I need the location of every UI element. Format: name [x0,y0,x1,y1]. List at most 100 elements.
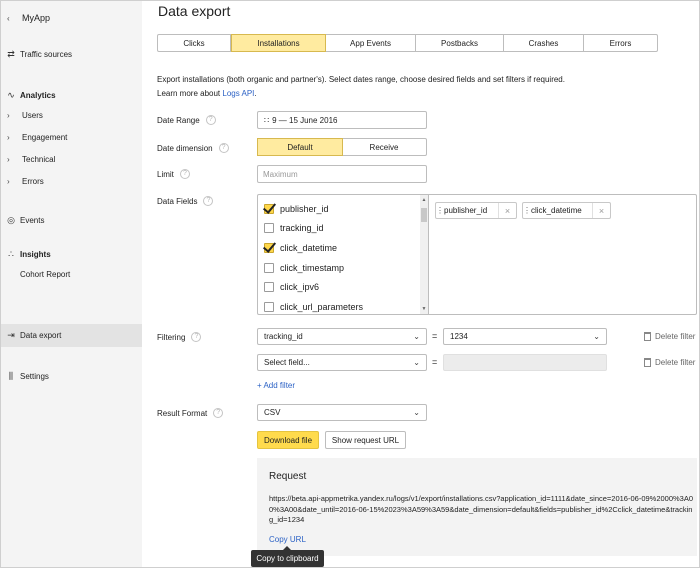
tab-errors[interactable]: Errors [584,35,657,51]
scroll-up-icon[interactable]: ▲ [420,197,428,203]
request-panel: Request https://beta.api-appmetrika.yand… [257,458,697,556]
tab-installations[interactable]: Installations [231,34,326,52]
result-format-select[interactable]: CSV ⌄ [257,404,427,421]
tab-crashes[interactable]: Crashes [504,35,584,51]
remove-icon[interactable]: × [592,203,610,218]
field-option-label: click_datetime [280,243,338,253]
settings-icon: ⫼ [8,370,14,381]
sidebar-item-cohort-report[interactable]: Cohort Report [1,263,142,285]
filter-value-select[interactable]: 1234 ⌄ [443,328,607,345]
field-option-label: click_url_parameters [280,302,364,312]
checkbox[interactable] [264,223,274,233]
tab-app-events[interactable]: App Events [326,35,416,51]
scroll-thumb[interactable] [421,208,427,222]
help-icon[interactable]: ? [218,143,229,153]
app-name: MyApp [22,13,51,23]
field-option-label: tracking_id [280,223,324,233]
delete-filter-label: Delete filter [655,358,696,367]
filter-field-select[interactable]: Select field... ⌄ [257,354,427,371]
date-dimension-default[interactable]: Default [257,138,343,156]
date-dimension-toggle: Default Receive [257,138,427,156]
scroll-down-icon[interactable]: ▼ [420,306,428,312]
help-icon[interactable]: ? [213,408,224,418]
delete-filter-button[interactable]: Delete filter [644,332,695,341]
field-option[interactable]: click_ipv6 [264,279,319,295]
field-list-scrollbar[interactable]: ▲ ▼ [420,195,428,314]
intro-prefix: Learn more about [157,89,223,98]
sidebar-section-insights[interactable]: ∴ Insights [1,243,142,265]
filter-value-input-disabled [443,354,607,371]
insights-icon: ∴ [8,248,14,259]
date-range-label-text: Date Range [157,115,200,125]
help-icon[interactable]: ? [179,169,190,179]
traffic-icon: ⇄ [7,48,15,59]
date-range-value: 9 — 15 June 2016 [272,115,338,125]
tab-clicks[interactable]: Clicks [158,35,231,51]
field-option[interactable]: tracking_id [264,220,324,236]
checkbox[interactable] [264,263,274,273]
sidebar-app-back[interactable]: ‹ MyApp [1,7,142,29]
request-heading: Request [269,471,307,482]
chip-label: click_datetime [531,206,582,215]
tab-postbacks[interactable]: Postbacks [416,35,504,51]
analytics-icon: ∿ [7,89,15,100]
date-dimension-label-text: Date dimension [157,143,213,153]
help-icon[interactable]: ? [191,332,202,342]
sidebar-item-settings[interactable]: ⫼ Settings [1,365,142,387]
date-range-label: Date Range? [157,115,216,125]
chip-label: publisher_id [444,206,488,215]
download-file-button[interactable]: Download file [257,431,319,449]
drag-handle-icon[interactable]: ⋮ [436,206,444,215]
intro-line: Export installations (both organic and p… [157,75,565,84]
intro-learn-more: Learn more about Logs API. [157,87,677,101]
copy-url-link[interactable]: Copy URL [269,535,306,544]
chevron-down-icon: ⌄ [593,332,600,341]
sidebar-item-engagement[interactable]: › Engagement [1,126,142,148]
date-range-picker[interactable]: ∷ 9 — 15 June 2016 [257,111,427,129]
field-option-label: publisher_id [280,204,329,214]
calendar-icon: ∷ [264,115,269,125]
field-option[interactable]: publisher_id [264,201,329,217]
filter-operator: = [432,357,438,367]
sidebar-item-technical[interactable]: › Technical [1,148,142,170]
request-url: https://beta.api-appmetrika.yandex.ru/lo… [269,494,694,524]
result-format-label-text: Result Format [157,408,208,418]
chevron-right-icon: › [7,176,10,186]
remove-icon[interactable]: × [498,203,516,218]
add-filter-link[interactable]: + Add filter [257,381,295,390]
logs-api-link[interactable]: Logs API [222,89,254,98]
date-dimension-receive[interactable]: Receive [342,139,426,155]
data-fields-label-text: Data Fields [157,196,198,206]
selected-field-chip[interactable]: ⋮ click_datetime × [522,202,611,219]
field-option[interactable]: click_url_parameters [264,299,363,314]
checkbox-checked[interactable] [264,204,274,214]
sidebar-item-users[interactable]: › Users [1,104,142,126]
sidebar-item-events[interactable]: ◎ Events [1,209,142,231]
drag-handle-icon[interactable]: ⋮ [523,206,531,215]
intro-suffix: . [254,89,257,98]
export-icon: ⇥ [7,330,15,340]
delete-filter-button[interactable]: Delete filter [644,358,695,367]
field-option[interactable]: click_timestamp [264,260,344,276]
selected-field-chip[interactable]: ⋮ publisher_id × [435,202,517,219]
sidebar-item-traffic-sources[interactable]: ⇄ Traffic sources [1,43,142,65]
show-request-url-button[interactable]: Show request URL [325,431,406,449]
checkbox[interactable] [264,302,274,312]
limit-input[interactable]: Maximum [257,165,427,183]
help-icon[interactable]: ? [205,115,216,125]
filter-field-select[interactable]: tracking_id ⌄ [257,328,427,345]
field-option[interactable]: click_datetime [264,240,337,256]
events-icon: ◎ [7,214,15,225]
chevron-down-icon: ⌄ [413,332,420,341]
delete-filter-label: Delete filter [655,332,696,341]
sidebar-section-analytics[interactable]: ∿ Analytics [1,84,142,106]
checkbox-checked[interactable] [264,243,274,253]
sidebar-item-data-export[interactable]: ⇥ Data export [1,324,142,347]
filter-operator: = [432,331,438,341]
sidebar-item-errors[interactable]: › Errors [1,170,142,192]
checkbox[interactable] [264,282,274,292]
chevron-left-icon: ‹ [7,13,10,23]
main-content: Data export Clicks Installations App Eve… [143,1,699,567]
trash-icon [644,332,651,341]
help-icon[interactable]: ? [203,196,214,206]
